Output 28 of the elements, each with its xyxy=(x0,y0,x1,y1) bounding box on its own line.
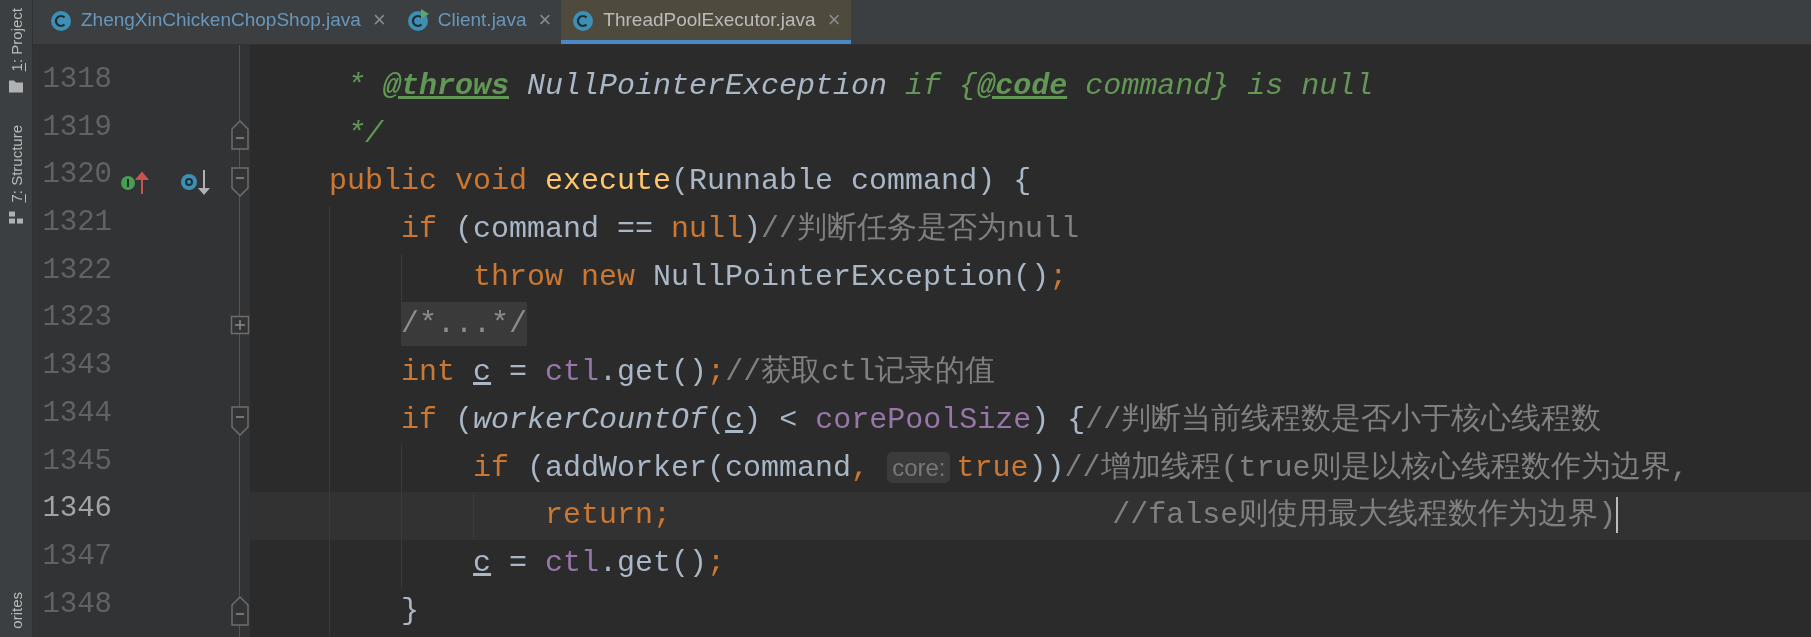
file-tab[interactable]: ThreadPoolExecutor.java × xyxy=(561,0,851,44)
code-text: */ xyxy=(347,116,383,151)
runnable-class-icon xyxy=(405,7,430,32)
tool-window-button[interactable]: 1: Project xyxy=(7,0,25,102)
structure-icon xyxy=(8,210,24,225)
code-text: if (addWorker(command, xyxy=(473,450,870,485)
code-text: * @throws NullPointerException if {@code command} is null xyxy=(347,69,1374,103)
parameter-hint: core: xyxy=(887,451,951,483)
file-tab[interactable]: Client.java × xyxy=(395,0,562,44)
code-text: true))//增加线程(true则是以核心线程数作为边界, xyxy=(956,450,1689,485)
file-tab[interactable]: ZhengXinChickenChopShop.java × xyxy=(39,0,396,44)
code-text: int c = ctl.get();//获取ctl记录的值 xyxy=(401,355,996,390)
code-text: throw new NullPointerException(); xyxy=(473,259,1068,294)
code-text: if (command == null)//判断任务是否为null xyxy=(401,212,1080,247)
close-button[interactable]: × xyxy=(827,6,841,33)
folder-icon xyxy=(8,79,24,94)
code-text: if (workerCountOf(c) < corePoolSize) {//判断当前线程数是否小于核心线程数 xyxy=(401,402,1602,437)
close-button[interactable]: × xyxy=(372,6,386,33)
code-text: public void execute(Runnable command) { xyxy=(329,164,1032,199)
tool-window-button[interactable]: 7: Structure xyxy=(7,117,25,233)
code-comment: //false则使用最大线程数作为边界) xyxy=(1112,498,1617,533)
code-text: return; xyxy=(545,498,672,533)
code-text: } xyxy=(401,593,420,628)
folded-code[interactable]: /*...*/ xyxy=(401,302,528,347)
close-button[interactable]: × xyxy=(538,6,552,33)
line-number: 1346 xyxy=(41,492,112,528)
code-text: c = ctl.get(); xyxy=(473,545,726,580)
tool-window-button[interactable]: orites xyxy=(7,592,25,637)
